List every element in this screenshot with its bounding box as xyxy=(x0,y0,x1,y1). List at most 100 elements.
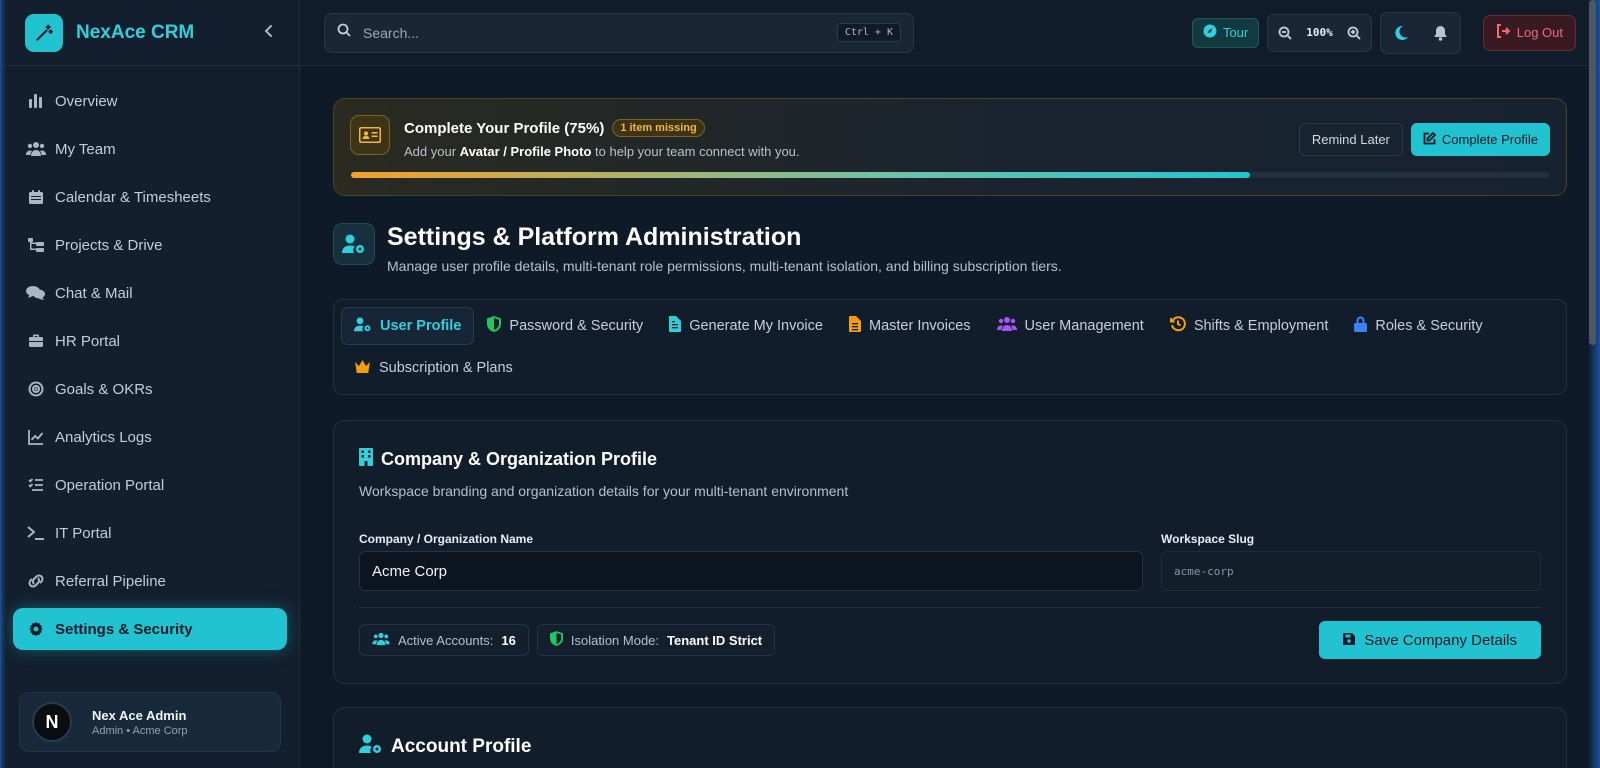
crown-icon xyxy=(354,359,371,377)
page-header: Settings & Platform Administration Manag… xyxy=(333,223,1567,274)
zoom-in-icon[interactable] xyxy=(1347,26,1361,40)
tab-roles-security[interactable]: Roles & Security xyxy=(1341,307,1495,345)
tab-master-invoices[interactable]: Master Invoices xyxy=(836,307,984,345)
complete-profile-button[interactable]: Complete Profile xyxy=(1410,123,1550,156)
terminal-icon xyxy=(25,525,47,541)
sidebar-item-label: Calendar & Timesheets xyxy=(55,188,211,206)
collapse-sidebar-chevron-icon[interactable] xyxy=(263,22,275,43)
users-icon xyxy=(996,316,1017,336)
banner-subtitle: Add your Avatar / Profile Photo to help … xyxy=(404,144,800,159)
sidebar-item-label: Chat & Mail xyxy=(55,284,133,302)
zoom-out-icon[interactable] xyxy=(1278,26,1292,40)
list-check-icon xyxy=(25,477,47,493)
sidebar-item-calendar[interactable]: Calendar & Timesheets xyxy=(13,176,287,218)
active-accounts-chip: Active Accounts: 16 xyxy=(359,624,529,656)
shortcut-hint: Ctrl + K xyxy=(836,23,901,42)
logout-button[interactable]: Log Out xyxy=(1482,14,1576,51)
sidebar: NexAce CRM Overview My Team Calendar & T… xyxy=(1,0,300,768)
sidebar-item-label: Goals & OKRs xyxy=(55,380,153,398)
sidebar-item-settings[interactable]: Settings & Security xyxy=(13,608,287,650)
sidebar-item-projects[interactable]: Projects & Drive xyxy=(13,224,287,266)
company-profile-card: Company & Organization Profile Workspace… xyxy=(333,420,1567,684)
comments-icon xyxy=(25,285,47,301)
missing-badge: 1 item missing xyxy=(612,119,705,137)
tab-user-management[interactable]: User Management xyxy=(984,307,1157,345)
users-icon xyxy=(25,141,47,157)
tab-label: Subscription & Plans xyxy=(379,360,513,376)
banner-sub-highlight: Avatar / Profile Photo xyxy=(459,144,592,159)
edit-icon xyxy=(1423,131,1437,148)
active-accounts-label: Active Accounts: xyxy=(398,632,494,648)
tab-shifts-employment[interactable]: Shifts & Employment xyxy=(1157,307,1342,345)
main-area: Ctrl + K Tour 100% Log Out xyxy=(300,0,1600,768)
tab-generate-invoice[interactable]: Generate My Invoice xyxy=(656,307,836,345)
search-input[interactable] xyxy=(363,24,837,41)
id-card-icon xyxy=(350,115,390,155)
tab-label: User Profile xyxy=(380,318,462,334)
company-name-input[interactable] xyxy=(359,551,1143,591)
tab-label: Roles & Security xyxy=(1375,318,1483,334)
user-card[interactable]: N Nex Ace Admin Admin • Acme Corp xyxy=(19,692,281,752)
user-role: Admin • Acme Corp xyxy=(92,724,188,737)
bar-chart-icon xyxy=(25,93,47,109)
app-shell: NexAce CRM Overview My Team Calendar & T… xyxy=(0,0,1600,768)
logout-label: Log Out xyxy=(1516,25,1563,40)
tab-subscription-plans[interactable]: Subscription & Plans xyxy=(341,349,526,387)
sidebar-item-operation[interactable]: Operation Portal xyxy=(13,464,287,506)
company-name-label: Company / Organization Name xyxy=(359,532,534,546)
page-scrollbar[interactable] xyxy=(1589,0,1596,345)
sidebar-item-hr[interactable]: HR Portal xyxy=(13,320,287,362)
sidebar-item-analytics[interactable]: Analytics Logs xyxy=(13,416,287,458)
sidebar-item-my-team[interactable]: My Team xyxy=(13,128,287,170)
bell-icon[interactable] xyxy=(1433,25,1448,41)
isolation-mode-chip: Isolation Mode: Tenant ID Strict xyxy=(536,624,776,656)
user-gear-icon xyxy=(359,734,383,760)
sidebar-item-label: My Team xyxy=(55,140,116,158)
banner-title: Complete Your Profile (75%) xyxy=(404,119,605,137)
search-box[interactable]: Ctrl + K xyxy=(324,12,914,53)
tab-label: Shifts & Employment xyxy=(1193,318,1329,334)
isolation-mode-value: Tenant ID Strict xyxy=(667,632,763,648)
calendar-icon xyxy=(25,189,47,205)
content: Complete Your Profile (75%) 1 item missi… xyxy=(300,66,1600,768)
save-company-label: Save Company Details xyxy=(1364,631,1517,649)
logout-icon xyxy=(1496,24,1511,41)
account-card-title: Account Profile xyxy=(391,736,532,757)
page-title: Settings & Platform Administration xyxy=(387,223,802,251)
shield-icon xyxy=(487,316,502,336)
compass-icon xyxy=(1203,24,1217,41)
sidebar-item-label: Referral Pipeline xyxy=(55,572,166,590)
link-icon xyxy=(25,573,47,589)
history-icon xyxy=(1169,316,1186,336)
sidebar-item-referral[interactable]: Referral Pipeline xyxy=(13,560,287,602)
tab-password-security[interactable]: Password & Security xyxy=(474,307,656,345)
workspace-slug-label: Workspace Slug xyxy=(1161,532,1255,546)
sidebar-item-it[interactable]: IT Portal xyxy=(13,512,287,554)
moon-icon[interactable] xyxy=(1393,25,1409,41)
save-company-button[interactable]: Save Company Details xyxy=(1319,621,1541,659)
tab-label: Password & Security xyxy=(509,318,644,334)
sidebar-item-overview[interactable]: Overview xyxy=(13,80,287,122)
briefcase-icon xyxy=(25,333,47,349)
sidebar-nav: Overview My Team Calendar & Timesheets P… xyxy=(1,66,299,650)
tab-user-profile[interactable]: User Profile xyxy=(341,307,475,345)
account-profile-card: Account Profile xyxy=(333,707,1567,768)
brand-header: NexAce CRM xyxy=(1,0,299,66)
folder-tree-icon xyxy=(25,237,47,253)
shield-icon xyxy=(549,631,563,649)
user-gear-icon xyxy=(354,316,372,336)
complete-profile-label: Complete Profile xyxy=(1441,132,1538,147)
sidebar-item-chat[interactable]: Chat & Mail xyxy=(13,272,287,314)
sidebar-item-goals[interactable]: Goals & OKRs xyxy=(13,368,287,410)
profile-completion-banner: Complete Your Profile (75%) 1 item missi… xyxy=(333,98,1567,196)
line-chart-icon xyxy=(25,429,47,445)
magic-wand-icon xyxy=(25,13,63,52)
remind-later-button[interactable]: Remind Later xyxy=(1298,123,1403,156)
mode-controls xyxy=(1379,11,1461,54)
sidebar-item-label: HR Portal xyxy=(55,332,121,350)
topbar: Ctrl + K Tour 100% Log Out xyxy=(300,0,1600,66)
settings-tabs: User Profile Password & Security Generat… xyxy=(333,299,1567,395)
file-invoice-icon xyxy=(669,316,682,336)
tour-button[interactable]: Tour xyxy=(1191,17,1260,48)
save-icon xyxy=(1343,632,1356,649)
